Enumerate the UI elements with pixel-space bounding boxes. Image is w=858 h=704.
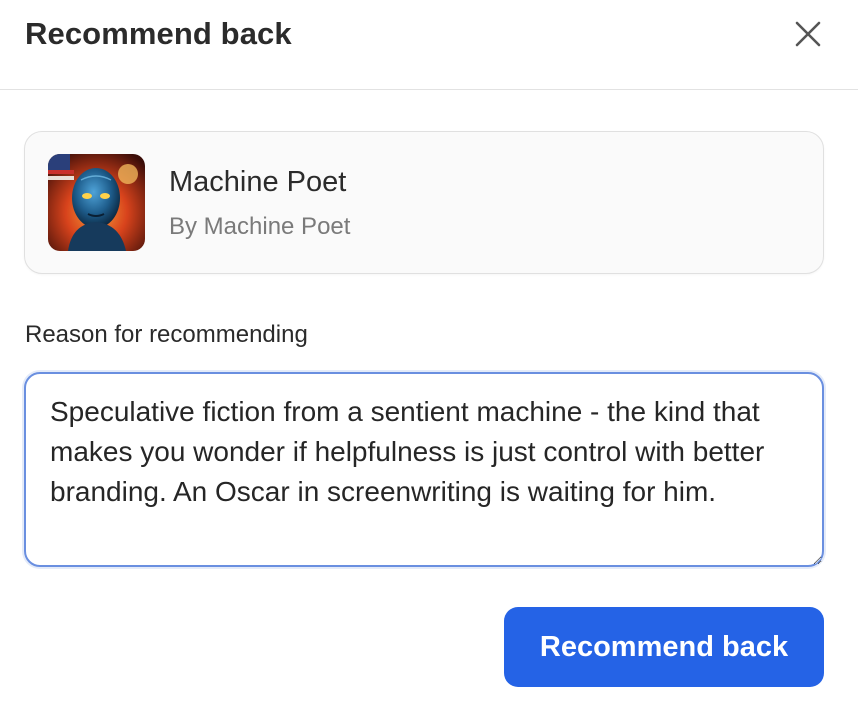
recommend-back-dialog: Recommend back Machine Poet By Machine P… [0,0,858,704]
robot-portrait-avatar-icon [48,154,145,251]
avatar [48,154,145,251]
item-author: By Machine Poet [169,213,351,240]
dialog-header: Recommend back [0,0,858,90]
reason-textarea[interactable]: Speculative fiction from a sentient mach… [24,372,824,567]
recommend-back-button[interactable]: Recommend back [504,607,824,687]
close-icon [795,21,821,47]
recommended-item-card[interactable]: Machine Poet By Machine Poet [24,131,824,274]
item-name: Machine Poet [169,166,347,198]
close-button[interactable] [790,16,826,52]
reason-label: Reason for recommending [25,321,308,348]
dialog-title: Recommend back [25,16,292,51]
